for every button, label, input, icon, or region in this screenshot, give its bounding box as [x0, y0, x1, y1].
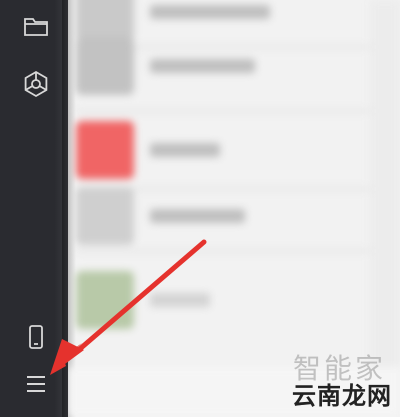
list-item[interactable]: [76, 118, 400, 182]
sidebar: [0, 0, 68, 417]
list-item[interactable]: [76, 184, 400, 248]
list-item[interactable]: [76, 34, 400, 98]
folder-icon[interactable]: [22, 12, 50, 40]
list-item[interactable]: [76, 268, 400, 332]
menu-hamburger-icon[interactable]: [22, 370, 50, 398]
settings-gear-icon[interactable]: [22, 70, 50, 98]
watermark-logo: 云南龙网: [292, 382, 392, 410]
phone-icon[interactable]: [22, 323, 50, 351]
